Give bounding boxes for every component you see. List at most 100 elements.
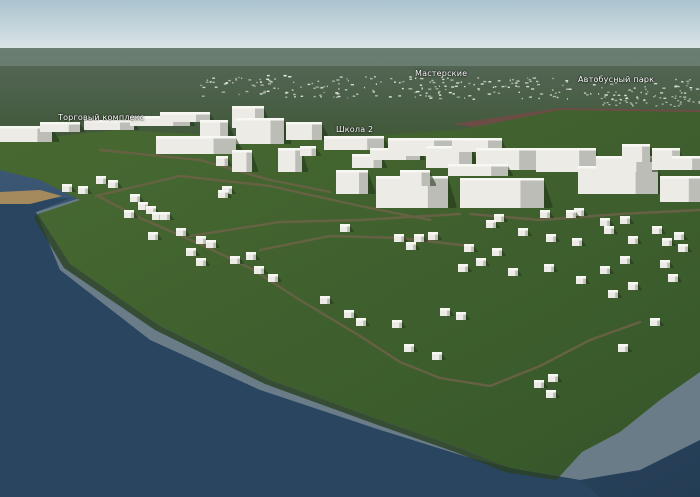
far-building-dot xyxy=(444,85,447,87)
far-building-dot xyxy=(235,79,237,81)
far-building-dot xyxy=(319,94,322,96)
far-building-dot xyxy=(429,96,433,99)
far-building-dot xyxy=(562,84,564,87)
far-building-dot xyxy=(592,84,596,86)
far-building-dot xyxy=(259,93,263,95)
far-building-dot xyxy=(497,92,501,94)
far-building-dot xyxy=(228,79,231,82)
far-building-dot xyxy=(640,91,642,94)
far-building-dot xyxy=(268,83,271,85)
far-building-dot xyxy=(464,97,466,99)
far-building-dot xyxy=(434,86,437,88)
map-label-school[interactable]: Школа 2 xyxy=(336,125,373,134)
far-building-dot xyxy=(201,95,205,97)
far-building-dot xyxy=(566,98,568,100)
far-building-dot xyxy=(629,102,632,104)
far-building-dot xyxy=(209,81,212,83)
far-building-dot xyxy=(300,86,302,88)
far-building-dot xyxy=(600,97,603,100)
far-building-dot xyxy=(468,82,471,85)
far-building-dot xyxy=(478,89,480,91)
far-building-dot xyxy=(645,93,648,95)
far-building-dot xyxy=(515,85,517,87)
far-building-dot xyxy=(631,90,633,93)
far-building-dot xyxy=(311,82,314,85)
far-building-dot xyxy=(681,81,684,83)
building xyxy=(460,178,553,208)
far-building-dot xyxy=(525,82,529,84)
far-building-dot xyxy=(337,95,341,98)
far-building-dot xyxy=(428,95,431,97)
far-building-dot xyxy=(464,85,466,88)
far-building-dot xyxy=(632,105,634,107)
far-building-dot xyxy=(603,102,606,104)
far-building-dot xyxy=(494,86,497,88)
far-building-dot xyxy=(448,91,452,94)
far-building-dot xyxy=(492,86,495,88)
far-building-dot xyxy=(300,95,304,97)
far-building-dot xyxy=(442,81,445,84)
map-label-mall[interactable]: Торговый комплекс xyxy=(58,113,144,122)
building xyxy=(40,122,85,132)
building xyxy=(236,118,292,144)
far-building-dot xyxy=(259,78,262,81)
far-building-dot xyxy=(659,97,662,99)
far-building-dot xyxy=(653,82,658,85)
far-building-dot xyxy=(689,87,693,89)
far-building-dot xyxy=(675,95,677,97)
far-building-dot xyxy=(695,88,700,90)
far-building-dot xyxy=(240,77,243,79)
map-viewport[interactable]: Торговый комплекс Школа 2 Мастерские Авт… xyxy=(0,0,700,497)
far-building-dot xyxy=(442,78,445,81)
far-building-dot xyxy=(654,95,656,97)
far-building-dot xyxy=(684,98,686,100)
far-building-dot xyxy=(221,91,226,93)
far-building-dot xyxy=(429,81,432,83)
far-building-dot xyxy=(552,77,554,80)
far-building-dot xyxy=(483,80,487,83)
far-building-dot xyxy=(245,90,249,93)
far-building-dot xyxy=(238,76,240,79)
far-building-dot xyxy=(477,77,480,79)
far-building-dot xyxy=(619,98,622,100)
far-building-dot xyxy=(315,86,320,88)
far-building-dot xyxy=(356,93,359,95)
far-building-dot xyxy=(414,96,417,98)
far-building-dot xyxy=(636,96,639,98)
far-building-dot xyxy=(671,96,674,98)
far-building-dot xyxy=(583,92,587,94)
far-building-dot xyxy=(365,76,367,78)
building xyxy=(156,136,244,154)
far-building-dot xyxy=(617,94,621,96)
far-building-dot xyxy=(425,95,428,97)
far-building-dot xyxy=(432,81,436,84)
far-building-dot xyxy=(438,90,441,93)
far-building-dot xyxy=(692,101,695,103)
far-building-dot xyxy=(680,101,682,103)
far-building-dot xyxy=(528,96,531,98)
far-building-dot xyxy=(686,85,688,87)
far-building-dot xyxy=(326,85,328,88)
far-building-dot xyxy=(225,82,228,84)
far-building-dot xyxy=(263,90,267,93)
far-building-dot xyxy=(477,88,480,90)
far-building-dot xyxy=(214,86,218,88)
building xyxy=(672,156,700,170)
far-building-dot xyxy=(497,80,501,82)
far-building-dot xyxy=(501,85,505,88)
far-building-dot xyxy=(677,105,680,107)
far-building-dot xyxy=(625,97,628,99)
map-label-workshops[interactable]: Мастерские xyxy=(415,69,467,78)
far-haze xyxy=(0,48,700,66)
far-building-dot xyxy=(307,83,311,86)
far-building-dot xyxy=(687,82,689,85)
far-building-dot xyxy=(526,85,530,88)
far-building-dot xyxy=(238,93,240,96)
far-building-dot xyxy=(235,77,237,80)
far-building-dot xyxy=(293,81,295,83)
far-building-dot xyxy=(420,77,424,80)
map-label-bus-depot[interactable]: Автобусный парк xyxy=(578,75,654,84)
far-building-dot xyxy=(601,87,603,89)
far-building-dot xyxy=(661,103,664,105)
far-building-dot xyxy=(445,88,447,91)
